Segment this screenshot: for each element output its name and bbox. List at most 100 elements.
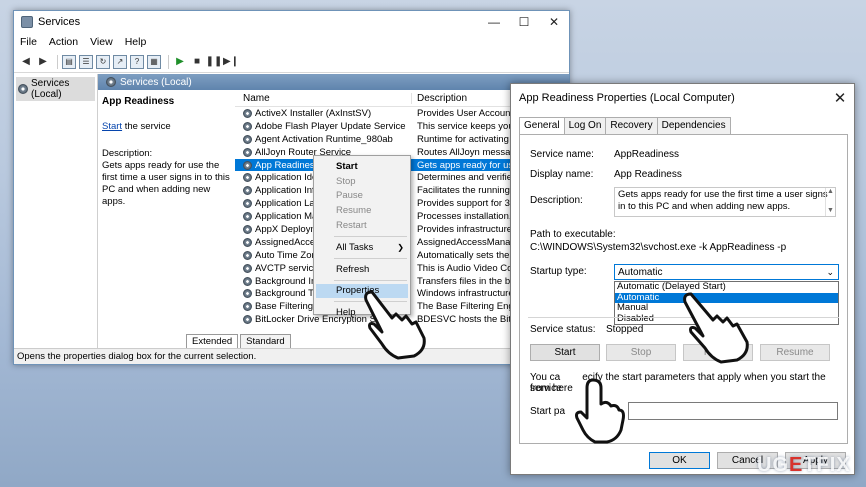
mmc-view-icon[interactable]: ▦ (147, 54, 161, 69)
startup-type-value: Automatic (618, 266, 663, 278)
gear-icon (243, 315, 252, 325)
ctx-separator (334, 279, 407, 281)
service-description-cell: Determines and verifies t (417, 172, 520, 184)
service-description-cell: Routes AllJoyn messages (417, 146, 520, 158)
display-name-value: App Readiness (614, 169, 682, 180)
tab-log-on[interactable]: Log On (563, 117, 607, 135)
description-pane: App Readiness Start the service Descript… (98, 90, 235, 330)
service-name: Application Lay (255, 198, 320, 210)
services-menubar: File Action View Help (14, 33, 569, 51)
help-icon[interactable]: ? (130, 54, 144, 69)
ctx-pause[interactable]: Pause (314, 189, 410, 204)
close-icon[interactable]: ✕ (539, 11, 569, 33)
column-header-description[interactable]: Description (412, 93, 467, 104)
gear-icon (243, 160, 252, 170)
ctx-stop[interactable]: Stop (314, 174, 410, 189)
startup-type-label: Startup type: (530, 266, 587, 277)
export-list-icon[interactable]: ↗ (113, 54, 127, 69)
service-name: Adobe Flash Player Update Service (255, 120, 406, 132)
service-description-cell: Provides User Account C (417, 107, 520, 119)
scroll-down-icon[interactable]: ▼ (827, 207, 834, 216)
service-name-value: AppReadiness (614, 149, 680, 160)
gear-icon (243, 147, 252, 157)
pointing-hand-icon (364, 290, 426, 360)
properties-dialog: App Readiness Properties (Local Computer… (510, 83, 855, 475)
service-name: ActiveX Installer (AxInstSV) (255, 107, 372, 119)
general-tab-panel: Service name: AppReadiness Display name:… (519, 134, 848, 444)
gear-icon (243, 224, 252, 234)
start-service-link[interactable]: Start (102, 121, 122, 132)
pointing-hand-icon (575, 378, 625, 444)
menu-action[interactable]: Action (49, 36, 78, 48)
main-pane-header: Services (Local) (98, 74, 569, 90)
chevron-right-icon: ❯ (397, 242, 404, 252)
gear-icon (243, 173, 252, 183)
status-bar: Opens the properties dialog box for the … (14, 348, 569, 364)
service-description-cell: Transfers files in the back (417, 275, 520, 287)
restart-service-icon[interactable]: ▶❙ (223, 55, 239, 69)
gear-icon (243, 212, 252, 222)
menu-file[interactable]: File (20, 36, 37, 48)
ctx-refresh[interactable]: Refresh (314, 262, 410, 277)
gear-icon (243, 108, 252, 118)
dialog-title: App Readiness Properties (Local Computer… (519, 92, 735, 104)
refresh-icon[interactable]: ↻ (96, 54, 110, 69)
console-tree-icon[interactable]: ▤ (62, 54, 76, 69)
tab-standard[interactable]: Standard (240, 334, 291, 348)
ctx-all-tasks[interactable]: All Tasks ❯ (314, 240, 410, 255)
pause-service-icon[interactable]: ❚❚ (206, 55, 223, 69)
service-name: Background Int (255, 275, 319, 287)
start-service-icon[interactable]: ▶ (173, 55, 187, 69)
view-tabs: Extended Standard (98, 330, 569, 348)
pointing-hand-icon (683, 292, 749, 364)
gear-icon (243, 186, 252, 196)
start-button[interactable]: Start (530, 344, 600, 361)
path-label: Path to executable: (530, 229, 616, 240)
tab-general[interactable]: General (519, 117, 565, 135)
service-description-cell: Runtime for activating c (417, 133, 517, 145)
description-textbox[interactable]: Gets apps ready for use the first time a… (614, 187, 836, 217)
stop-button[interactable]: Stop (606, 344, 676, 361)
ok-button[interactable]: OK (649, 452, 710, 469)
services-titlebar: Services — ☐ ✕ (14, 11, 569, 33)
watermark-left: UG (757, 454, 789, 476)
service-description-cell: This service keeps your (417, 120, 517, 132)
start-parameters-input[interactable] (628, 402, 838, 420)
stop-service-icon[interactable]: ■ (190, 55, 204, 69)
service-description-cell: Gets apps ready for use t (417, 159, 520, 171)
tree-item-services-local[interactable]: Services (Local) (16, 77, 95, 101)
ctx-resume[interactable]: Resume (314, 203, 410, 218)
description-scrollbar[interactable]: ▲ ▼ (825, 188, 835, 216)
service-status-label: Service status: (530, 324, 596, 335)
tab-dependencies[interactable]: Dependencies (656, 117, 731, 135)
properties-sheet-icon[interactable]: ☰ (79, 54, 93, 69)
menu-view[interactable]: View (90, 36, 113, 48)
dialog-tabs: General Log On Recovery Dependencies (519, 117, 731, 135)
service-description-cell: This is Audio Video Cont (417, 262, 520, 274)
back-arrow-icon[interactable]: ◀ (19, 55, 33, 69)
gear-icon (243, 263, 252, 273)
startup-type-select[interactable]: Automatic ⌄ (614, 264, 839, 280)
service-name: Application Ider (255, 172, 321, 184)
tab-extended[interactable]: Extended (186, 334, 239, 348)
gear-icon (243, 134, 252, 144)
close-icon[interactable]: ✕ (826, 89, 854, 107)
service-name-cell: ActiveX Installer (AxInstSV) (235, 108, 412, 119)
maximize-icon[interactable]: ☐ (509, 11, 539, 33)
service-name-label: Service name: (530, 149, 594, 160)
scroll-up-icon[interactable]: ▲ (827, 188, 834, 197)
resume-button[interactable]: Resume (760, 344, 830, 361)
tab-recovery[interactable]: Recovery (605, 117, 658, 135)
display-name-label: Display name: (530, 169, 594, 180)
forward-arrow-icon[interactable]: ▶ (36, 55, 50, 69)
ctx-restart[interactable]: Restart (314, 218, 410, 233)
service-description-cell: Facilitates the running of (417, 185, 520, 197)
column-header-name[interactable]: Name (235, 92, 412, 104)
dialog-titlebar: App Readiness Properties (Local Computer… (511, 84, 854, 112)
gear-icon (243, 289, 252, 299)
ctx-start[interactable]: Start (314, 159, 410, 174)
minimize-icon[interactable]: — (479, 11, 509, 33)
menu-help[interactable]: Help (125, 36, 147, 48)
console-tree: Services (Local) (14, 74, 98, 348)
service-description-cell: Processes installation, re (417, 211, 520, 223)
